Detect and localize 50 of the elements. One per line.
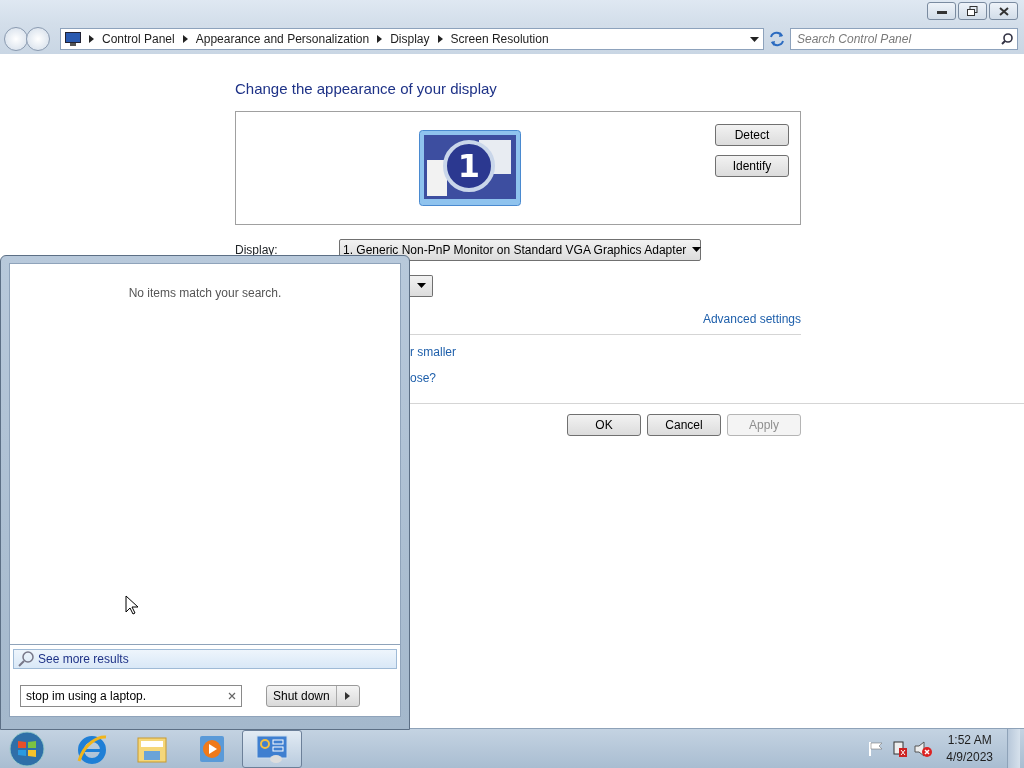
breadcrumb-separator-icon[interactable]: [377, 35, 383, 43]
search-icon: [18, 651, 34, 667]
breadcrumb-item[interactable]: Display: [390, 30, 430, 48]
side-button[interactable]: Identify: [715, 154, 789, 177]
dialog-button[interactable]: Cancel: [647, 413, 721, 436]
network-icon[interactable]: [890, 739, 909, 758]
back-button[interactable]: [4, 27, 28, 51]
restore-button[interactable]: [958, 2, 987, 20]
muted-speaker-icon[interactable]: [914, 739, 933, 758]
control-panel-icon: [255, 733, 289, 764]
refresh-icon[interactable]: [768, 31, 786, 47]
mouse-cursor-icon: [125, 595, 139, 615]
history-dropdown-icon[interactable]: [750, 36, 759, 42]
close-icon: [998, 6, 1009, 16]
page-heading: Change the appearance of your display: [235, 79, 498, 99]
caret-icon: [692, 247, 702, 252]
breadcrumb-separator-icon[interactable]: [89, 35, 94, 43]
taskbar-button[interactable]: [242, 729, 302, 768]
search-field[interactable]: Search Control Panel: [790, 28, 1018, 50]
advanced-settings-link[interactable]: Advanced settings: [702, 309, 801, 328]
monitor-drawing[interactable]: 1: [419, 129, 521, 206]
link[interactable]: r smaller: [410, 344, 456, 359]
side-button[interactable]: Detect: [715, 123, 789, 146]
breadcrumb-item[interactable]: Appearance and Personalization: [195, 30, 370, 48]
dropdown-arrow-button[interactable]: [410, 274, 433, 297]
clear-icon[interactable]: [228, 692, 236, 700]
address-bar[interactable]: Control Panel Appearance and Personalization Display Screen Resolution: [60, 28, 764, 50]
caret-icon: [345, 692, 351, 700]
no-results-message: No items match your search.: [128, 285, 282, 302]
display-label: Display:: [235, 241, 279, 259]
close-button[interactable]: [989, 2, 1018, 20]
start-search-field[interactable]: stop im using a laptop.: [20, 685, 242, 707]
search-icon: [1001, 33, 1013, 45]
breadcrumb-separator-icon[interactable]: [437, 35, 443, 43]
breadcrumb-item[interactable]: Control Panel: [102, 30, 175, 48]
minimize-button[interactable]: [927, 2, 956, 20]
breadcrumb-separator-icon[interactable]: [182, 35, 188, 43]
breadcrumb-item[interactable]: Screen Resolution: [450, 30, 549, 48]
link[interactable]: ose?: [410, 370, 437, 385]
browser-icon: [76, 733, 108, 764]
clock-date[interactable]: 4/9/2023: [946, 748, 993, 766]
forward-button[interactable]: [26, 27, 50, 51]
restore-icon: [967, 6, 978, 16]
caret-icon: [416, 283, 426, 288]
display-dropdown[interactable]: 1. Generic Non-PnP Monitor on Standard VGA Graphics Adapter: [339, 238, 701, 261]
minimize-icon: [936, 8, 947, 14]
clock-time[interactable]: 1:52 AM: [946, 731, 993, 749]
dialog-button[interactable]: OK: [567, 413, 641, 436]
monitor-icon: [65, 32, 81, 46]
see-more-results-button[interactable]: See more results: [13, 649, 397, 669]
